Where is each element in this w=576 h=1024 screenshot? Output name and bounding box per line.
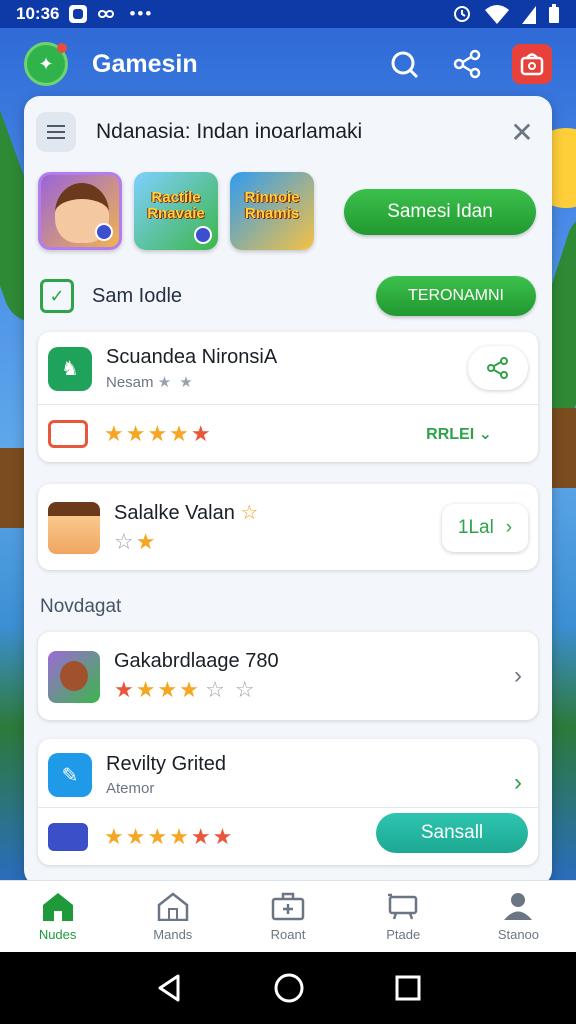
- nav-label: Nudes: [38, 927, 77, 942]
- nav-label: Stanoo: [497, 927, 540, 942]
- chevron-right-icon[interactable]: ›: [514, 662, 522, 690]
- item-title: Scuandea NironsiA: [106, 346, 278, 368]
- item-title: Revilty Grited: [106, 753, 227, 775]
- list-item[interactable]: Salalke Valan ☆ ☆★ 1Lal ›: [38, 484, 538, 570]
- home-circle-icon[interactable]: [273, 972, 305, 1004]
- alarm-icon: [454, 6, 470, 22]
- item-open-button[interactable]: 1Lal ›: [442, 504, 528, 552]
- status-bar: 10:36 •••: [0, 0, 576, 28]
- list-item[interactable]: ♞ Scuandea NironsiA Nesam ★ ★ ★★★★ ★ RRLE…: [38, 332, 538, 462]
- main-action-button[interactable]: Samesi Idan: [344, 189, 536, 235]
- nav-item-ptade[interactable]: Ptade: [346, 881, 461, 952]
- game-icon: ♞: [48, 346, 92, 391]
- featured-games-row: Ractile Rnavaie Rinnoie Rnamis: [38, 172, 314, 250]
- game-badge-icon: [194, 226, 212, 244]
- game-tile-title: Ractile Rnavaie: [147, 189, 205, 222]
- game-tile-adventure[interactable]: [38, 172, 122, 250]
- item-open-label: 1Lal: [457, 517, 494, 538]
- battery-icon: [549, 4, 559, 23]
- item-rating: ☆★: [114, 529, 158, 554]
- back-icon[interactable]: [154, 973, 184, 1003]
- nav-label: Roant: [270, 927, 306, 942]
- recents-icon[interactable]: [394, 974, 422, 1002]
- nav-label: Ptade: [386, 927, 421, 942]
- character-avatar-icon: [48, 501, 100, 554]
- divider: [38, 404, 538, 405]
- ticket-icon: [48, 420, 88, 448]
- item-title: Gakabrdlaage 780: [114, 650, 279, 672]
- rating-stars: ★★★★: [104, 824, 191, 849]
- app-logo[interactable]: ✦: [24, 42, 68, 86]
- game-badge-icon: [95, 223, 113, 241]
- nav-item-nudes[interactable]: Nudes: [0, 881, 115, 952]
- list-item[interactable]: ✎ Revilty Grited Atemor › ★★★★ ★★ Sansall: [38, 739, 538, 865]
- game-tile-ractile[interactable]: Ractile Rnavaie: [134, 172, 218, 250]
- search-icon: [391, 51, 419, 79]
- rating-stars-red: ★★: [190, 824, 235, 849]
- section-row: ✓ Sam Iodle TERONAMNI: [40, 276, 536, 316]
- item-share-button[interactable]: [468, 346, 528, 390]
- close-button[interactable]: ✕: [504, 114, 540, 150]
- app-title: Gamesin: [92, 49, 198, 78]
- chevron-right-icon: ›: [505, 517, 513, 538]
- character-avatar-icon: [48, 650, 100, 703]
- main-card: Ndanasia: Indan inoarlamaki ✕ Ractile Rn…: [24, 96, 552, 886]
- game-tile-title: Rinnoie Rnamis: [244, 189, 300, 222]
- shop-button[interactable]: [512, 44, 552, 84]
- status-time: 10:36: [16, 4, 60, 23]
- item-subtitle: Nesam ★ ★: [106, 374, 195, 391]
- menu-button[interactable]: [36, 112, 76, 152]
- item-rating: ★★★★ ☆ ☆: [114, 677, 257, 702]
- nav-label: Mands: [153, 927, 193, 942]
- signal-icon: [522, 6, 536, 24]
- rating-stars: ★★★★: [104, 421, 191, 446]
- cart-icon: [388, 893, 418, 920]
- briefcase-icon: [271, 892, 305, 921]
- checklist-icon: ✓: [40, 279, 74, 313]
- system-nav-bar: [0, 952, 576, 1024]
- nav-item-stanoo[interactable]: Stanoo: [461, 881, 576, 952]
- item-title: Salalke Valan ☆: [114, 502, 261, 524]
- shopping-bag-icon: [520, 53, 544, 76]
- search-button[interactable]: [384, 44, 424, 84]
- share-button[interactable]: [448, 44, 488, 84]
- share-icon: [487, 357, 508, 379]
- section-action-button[interactable]: TERONAMNI: [376, 276, 536, 316]
- house-icon: [157, 892, 189, 921]
- list-item[interactable]: Gakabrdlaage 780 ★★★★ ☆ ☆ ›: [38, 632, 538, 720]
- home-icon: [42, 893, 73, 921]
- item-subtitle: Atemor: [106, 780, 155, 797]
- divider: [38, 807, 538, 808]
- bottom-nav: Nudes Mands Roant Ptade Stanoo: [0, 880, 576, 952]
- card-header: Ndanasia: Indan inoarlamaki ✕: [36, 110, 540, 154]
- wifi-icon: [485, 5, 509, 24]
- group-label: Novdagat: [40, 596, 122, 617]
- card-title: Ndanasia: Indan inoarlamaki: [96, 120, 363, 143]
- nav-item-roant[interactable]: Roant: [230, 881, 345, 952]
- nav-item-mands[interactable]: Mands: [115, 881, 230, 952]
- person-icon: [504, 893, 533, 920]
- rate-link[interactable]: RRLEI ⌄: [426, 424, 528, 444]
- close-icon: ✕: [510, 116, 534, 148]
- chat-icon: [48, 823, 88, 851]
- game-tile-rinnoie[interactable]: Rinnoie Rnamis: [230, 172, 314, 250]
- rating-stars-red: ★: [190, 421, 213, 446]
- item-action-button[interactable]: Sansall: [376, 813, 528, 853]
- section-label: Sam Iodle: [92, 284, 183, 307]
- game-icon: ✎: [48, 753, 92, 797]
- app-bar: ✦ Gamesin: [0, 28, 576, 100]
- infinity-icon: [98, 10, 115, 18]
- status-dots: •••: [129, 4, 154, 23]
- notification-app-icon: [69, 5, 88, 23]
- share-icon: [453, 49, 481, 79]
- chevron-right-icon[interactable]: ›: [514, 769, 522, 797]
